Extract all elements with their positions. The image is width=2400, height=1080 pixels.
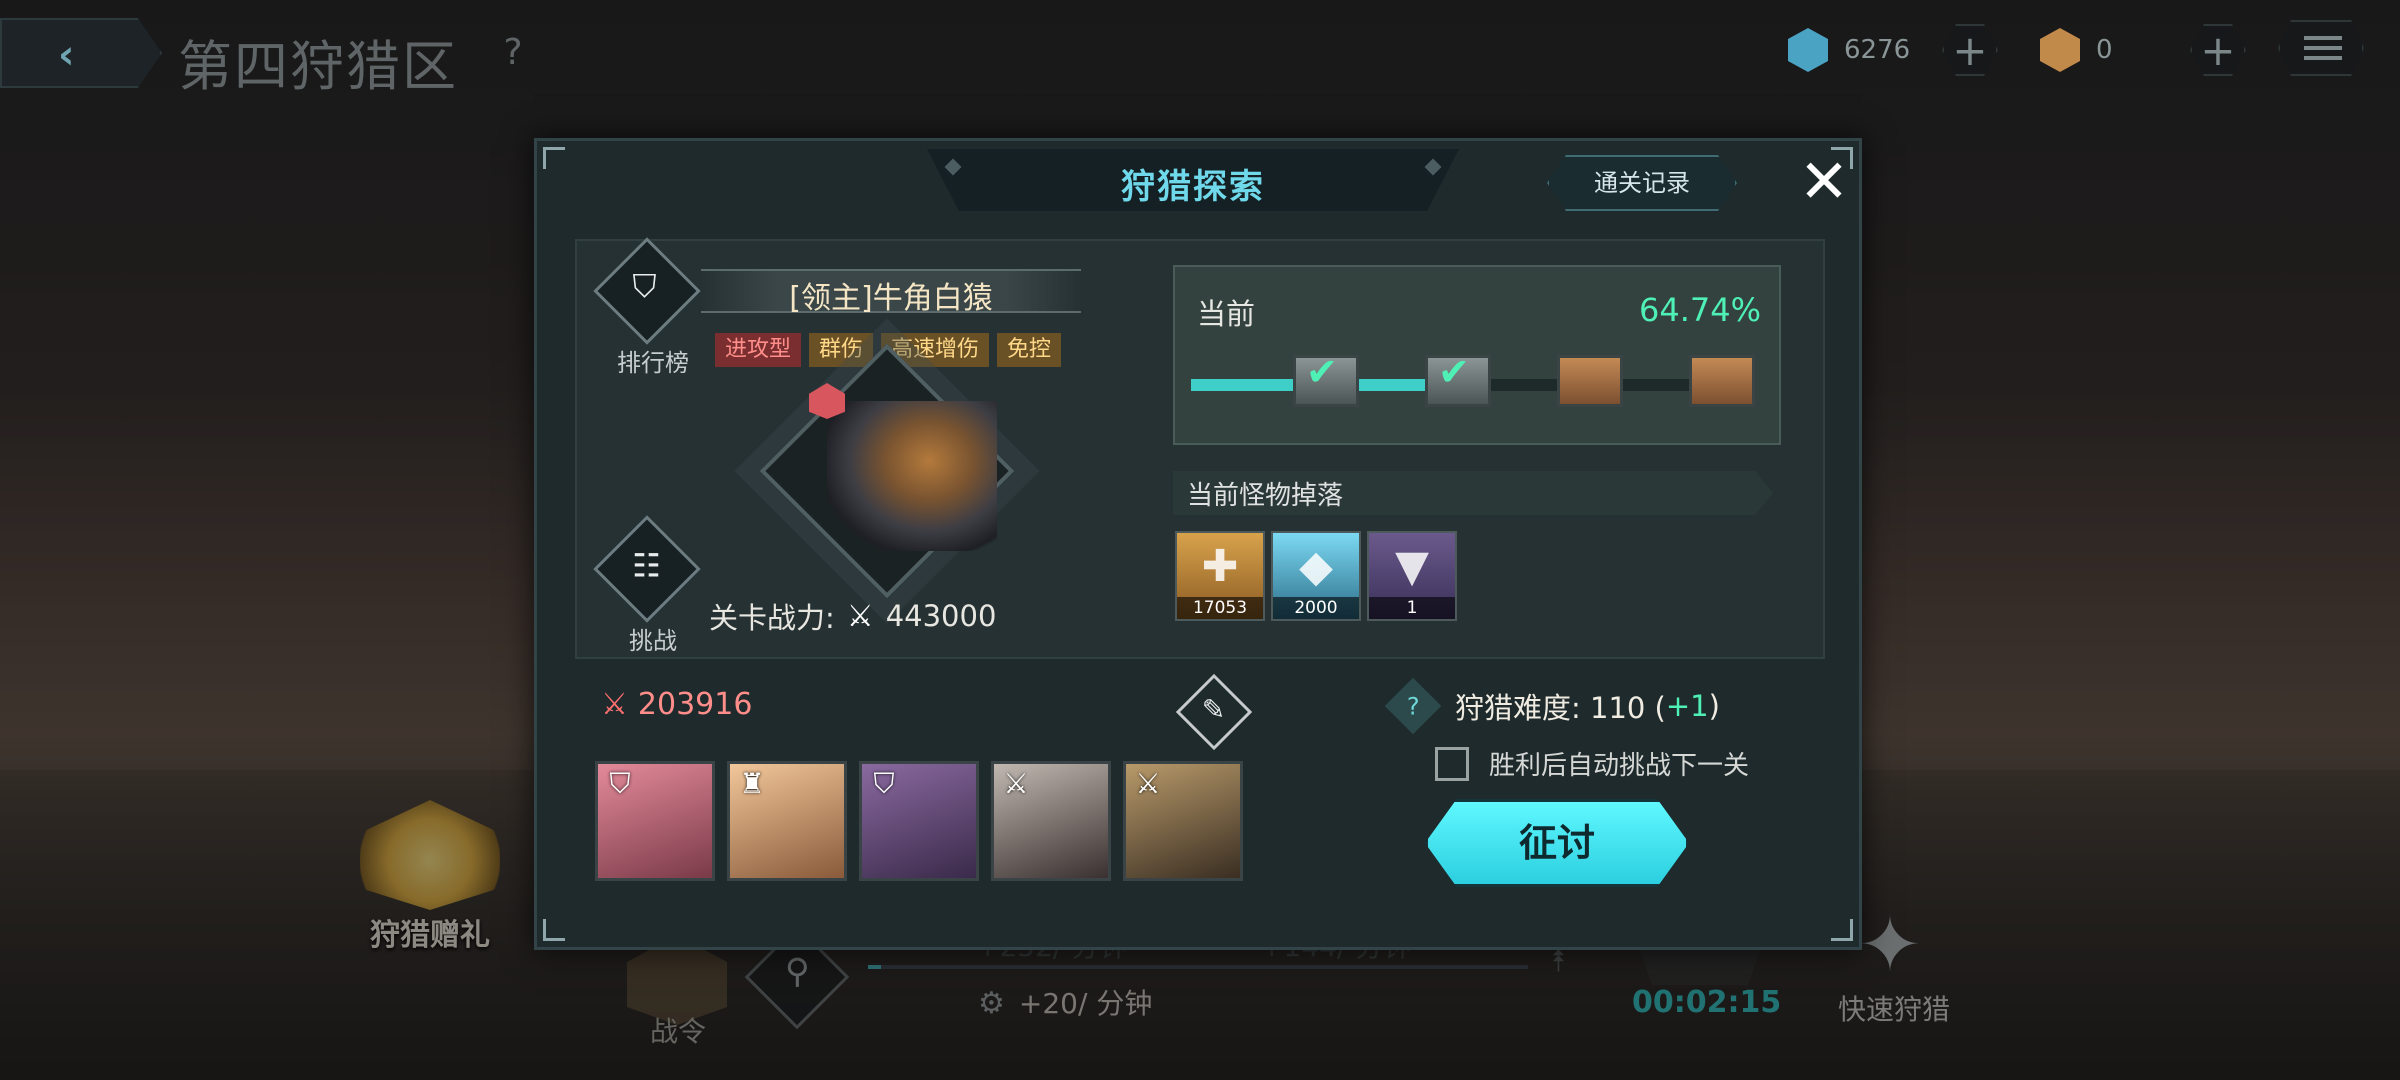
progress-label: 当前 xyxy=(1197,297,1256,331)
team-power-value: 203916 xyxy=(637,687,753,722)
scroll-icon: ☷ xyxy=(593,515,701,623)
crystal-icon xyxy=(1788,28,1828,72)
medal-icon: ✚ xyxy=(1201,541,1239,592)
drops-label: 当前怪物掉落 xyxy=(1187,481,1344,511)
boss-info-panel: ⛉ 排行榜 [领主]牛角白猿 进攻型 群伤 高速增伤 免控 ☷ 挑战 关卡战力:… xyxy=(575,237,1825,659)
hunt-explore-modal: 狩猎探索 通关记录 ✕ ⛉ 排行榜 [领主]牛角白猿 进攻型 群伤 高速增伤 免… xyxy=(534,138,1862,950)
menu-button[interactable] xyxy=(2278,20,2364,76)
team-panel: ⚔ 203916 ✎ ⛉ ♜ ⛉ ⚔ ⚔ ? 狩猎难度: 110 (+1) 胜利… xyxy=(575,669,1825,899)
team-power: ⚔ 203916 xyxy=(601,687,752,722)
page-title: 第四狩猎区 xyxy=(178,35,458,98)
drop-item-medal[interactable]: ✚ 17053 xyxy=(1175,531,1265,621)
hero-slot[interactable]: ♜ xyxy=(727,761,847,881)
crystal-value: 6276 xyxy=(1844,35,1911,65)
milestone-chest-3[interactable] xyxy=(1557,355,1623,407)
challenge-label: 挑战 xyxy=(629,627,677,655)
difficulty-label: 狩猎难度: 110 ( xyxy=(1455,691,1666,725)
boss-tag: 群伤 xyxy=(809,333,874,367)
trophy-icon: ⛉ xyxy=(593,237,701,345)
drops-header: 当前怪物掉落 xyxy=(1173,471,1773,515)
hero-slot[interactable]: ⚔ xyxy=(1123,761,1243,881)
drop-count: 17053 xyxy=(1177,597,1263,619)
leaderboard-button[interactable]: ⛉ 排行榜 xyxy=(593,237,701,377)
drop-item-crystal[interactable]: ◆ 2000 xyxy=(1271,531,1361,621)
crossed-swords-icon: ⚔ xyxy=(601,687,628,722)
challenge-button[interactable]: ☷ 挑战 xyxy=(593,515,701,655)
boss-tag: 免控 xyxy=(997,333,1062,367)
difficulty-close: ) xyxy=(1708,689,1720,723)
pencil-icon: ✎ xyxy=(1201,692,1226,726)
class-icon: ⛉ xyxy=(609,767,631,800)
hero-slot[interactable]: ⛉ xyxy=(859,761,979,881)
auto-next-row[interactable]: 胜利后自动挑战下一关 xyxy=(1435,745,1749,782)
auto-next-label: 胜利后自动挑战下一关 xyxy=(1489,751,1750,781)
attack-button[interactable]: 征讨 xyxy=(1425,799,1689,887)
stage-power-label: 关卡战力: xyxy=(709,601,835,635)
stage-power: 关卡战力: ⚔ 443000 xyxy=(709,595,996,637)
crystal-resource: 6276 xyxy=(1788,22,1910,78)
close-icon[interactable]: ✕ xyxy=(1789,149,1859,219)
token-icon xyxy=(2040,28,2080,72)
progress-box: 当前 64.74% ✔ ✔ xyxy=(1173,265,1781,445)
hero-slot[interactable]: ⛉ xyxy=(595,761,715,881)
leaderboard-label: 排行榜 xyxy=(617,349,689,377)
help-icon[interactable]: ? xyxy=(490,30,536,76)
boss-tag: 进攻型 xyxy=(715,333,802,367)
hero-list: ⛉ ♜ ⛉ ⚔ ⚔ xyxy=(595,761,1243,881)
milestone-chest-1[interactable]: ✔ xyxy=(1293,350,1359,407)
milestone-chest-4[interactable] xyxy=(1689,355,1755,407)
boss-name: [领主]牛角白猿 xyxy=(789,281,993,316)
modal-title-bar: 狩猎探索 xyxy=(927,149,1459,211)
milestone-chest-2[interactable]: ✔ xyxy=(1425,350,1491,407)
crystal-icon: ◆ xyxy=(1299,541,1333,592)
token-resource: 0 xyxy=(2040,22,2113,78)
class-icon: ⛉ xyxy=(873,767,895,800)
drop-count: 2000 xyxy=(1273,597,1359,619)
token-value: 0 xyxy=(2096,35,2113,65)
boss-name-bar: [领主]牛角白猿 xyxy=(701,269,1081,316)
difficulty-plus: +1 xyxy=(1665,689,1709,723)
edit-team-button[interactable]: ✎ xyxy=(1175,673,1253,751)
check-icon: ✔ xyxy=(1306,350,1338,394)
class-icon: ⚔ xyxy=(1003,767,1029,800)
back-arrow-icon: ‹ xyxy=(58,32,75,78)
drop-count: 1 xyxy=(1369,597,1455,619)
hero-slot[interactable]: ⚔ xyxy=(991,761,1111,881)
crossed-swords-icon: ⚔ xyxy=(846,598,874,634)
check-icon: ✔ xyxy=(1438,350,1470,394)
class-icon: ⚔ xyxy=(1135,767,1161,800)
class-icon: ♜ xyxy=(739,767,765,800)
drill-icon: ▼ xyxy=(1395,541,1429,592)
progress-percent: 64.74% xyxy=(1638,291,1761,329)
hunt-difficulty: ? 狩猎难度: 110 (+1) xyxy=(1384,677,1720,735)
modal-title: 狩猎探索 xyxy=(1121,167,1265,207)
boss-type-icon xyxy=(809,383,845,419)
boss-portrait xyxy=(827,401,997,551)
drop-item-drill[interactable]: ▼ 1 xyxy=(1367,531,1457,621)
clear-record-button[interactable]: 通关记录 xyxy=(1547,155,1737,211)
stage-power-value: 443000 xyxy=(885,599,997,633)
back-button[interactable]: ‹ xyxy=(0,18,162,88)
drops-list: ✚ 17053 ◆ 2000 ▼ 1 xyxy=(1175,531,1457,621)
help-icon[interactable]: ? xyxy=(1384,677,1442,735)
auto-next-checkbox[interactable] xyxy=(1435,746,1469,781)
